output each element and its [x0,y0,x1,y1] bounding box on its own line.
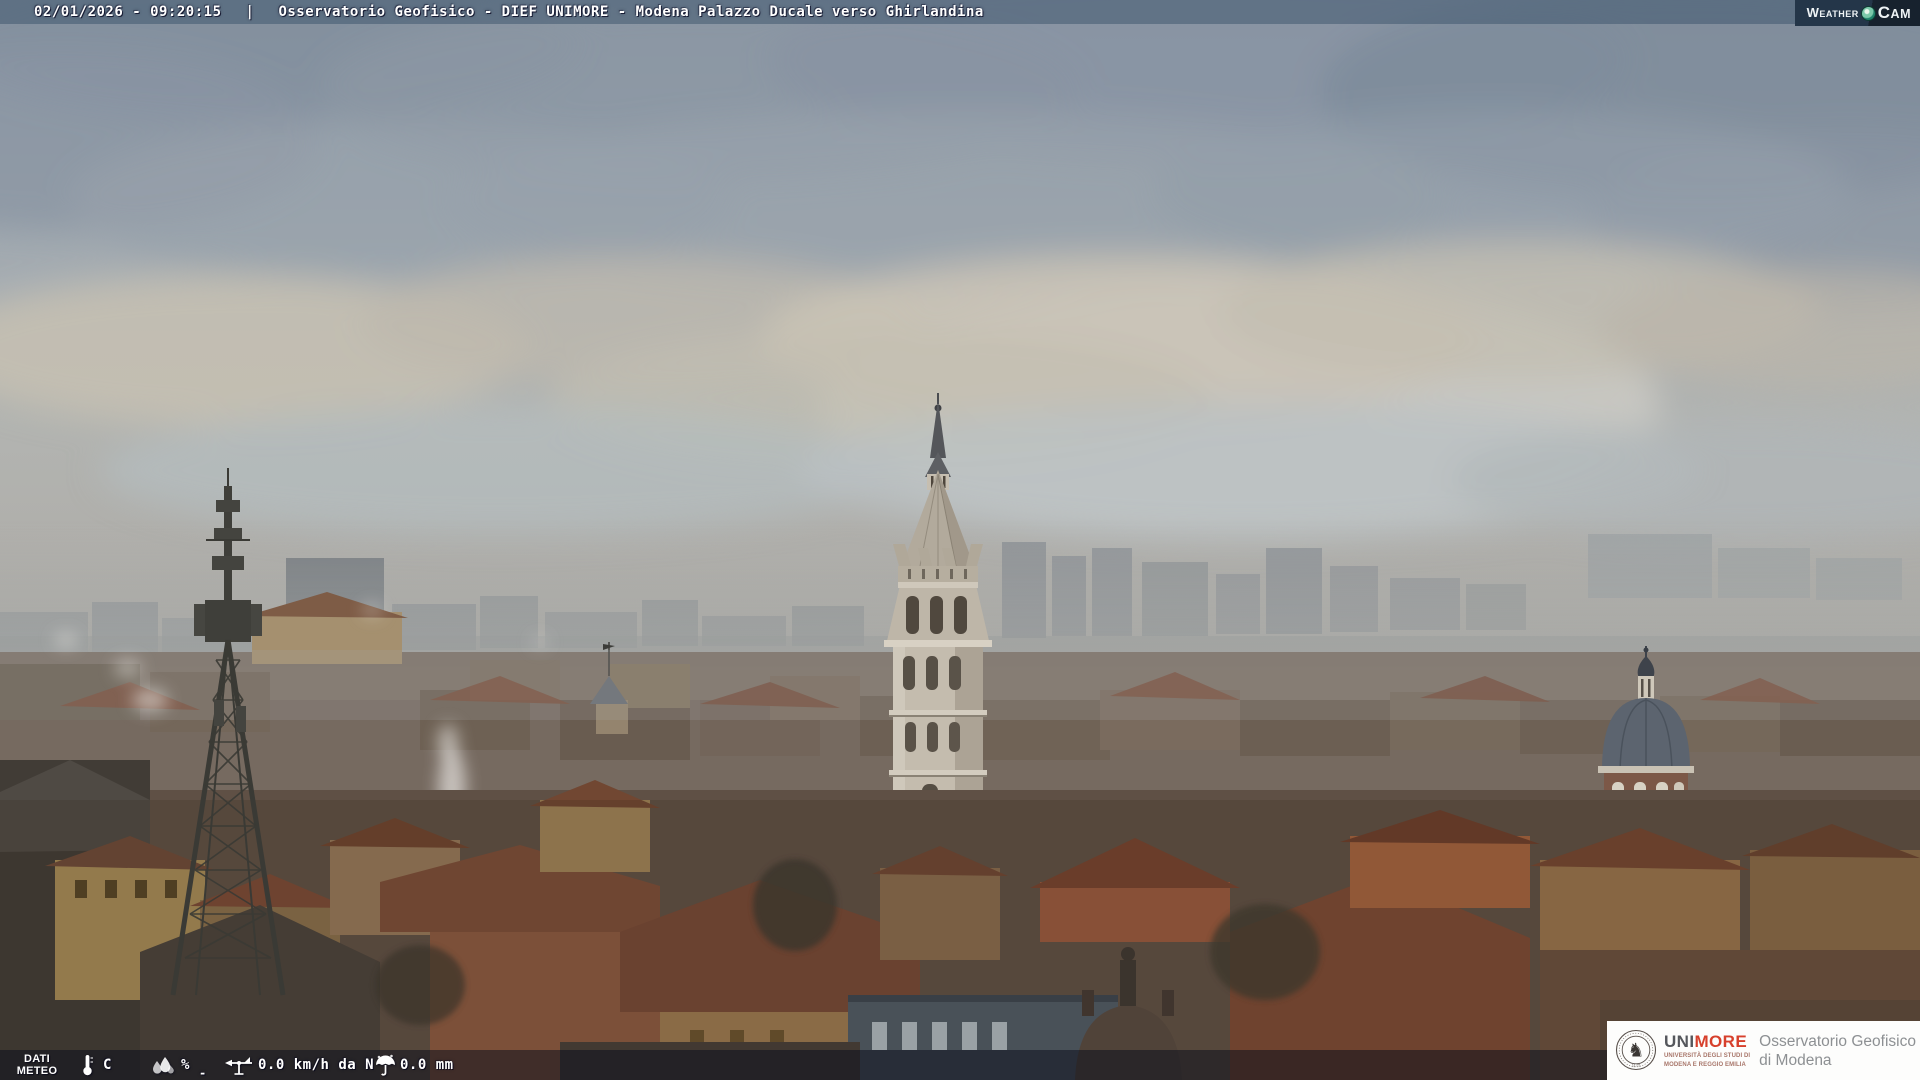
humidity-value: - [199,1066,207,1080]
observatory-name: Osservatorio Geofisico di Modena [1759,1032,1916,1070]
osd-top-bar: 02/01/2026 - 09:20:15 | Osservatorio Geo… [0,0,1920,24]
observatory-name-line1: Osservatorio Geofisico [1759,1032,1916,1050]
university-subtitle-line1: UNIVERSITÀ DEGLI STUDI DI [1664,1052,1751,1059]
university-subtitle-line2: MODENA E REGGIO EMILIA [1664,1061,1746,1068]
weathercam-logo: Weather Cam [1794,0,1920,26]
humidity-icon [149,1053,176,1077]
humidity-unit: % [181,1057,190,1073]
wind-vane-icon [224,1053,255,1077]
timestamp: 02/01/2026 - 09:20:15 [34,4,222,20]
clouds [0,0,1920,540]
seal-year: 1175 [1632,1062,1641,1067]
seal-knight-glyph: ♞ [1627,1039,1644,1061]
thermometer-icon [80,1053,95,1077]
separator: | [245,4,255,20]
brand-uni: UNI [1664,1031,1695,1051]
observatory-name-line2: di Modena [1759,1051,1832,1069]
camera-title: Osservatorio Geofisico - DIEF UNIMORE - … [278,4,984,20]
unimore-logo-box: ♞ 1175 UNIMORE UNIVERSITÀ DEGLI STUDI DI… [1607,1021,1920,1080]
dati-meteo-label: DATI METEO [16,1053,58,1077]
webcam-frame: 02/01/2026 - 09:20:15 | Osservatorio Geo… [0,0,1920,1080]
camera-lens-icon [1861,6,1875,20]
weathercam-word-cam: Cam [1877,2,1911,22]
temperature-unit: C [103,1057,112,1073]
cityscape-photo [0,0,1920,1080]
rain-umbrella-icon [374,1053,397,1077]
wind-value: 0.0 km/h da N [258,1057,375,1073]
brand-more: MORE [1694,1031,1748,1051]
unimore-wordmark: UNIMORE UNIVERSITÀ DEGLI STUDI DI MODENA… [1664,1031,1751,1069]
rain-value: 0.0 mm [400,1057,454,1073]
unimore-seal-icon: ♞ 1175 [1615,1029,1657,1070]
weathercam-word-weather: Weather [1806,4,1859,20]
